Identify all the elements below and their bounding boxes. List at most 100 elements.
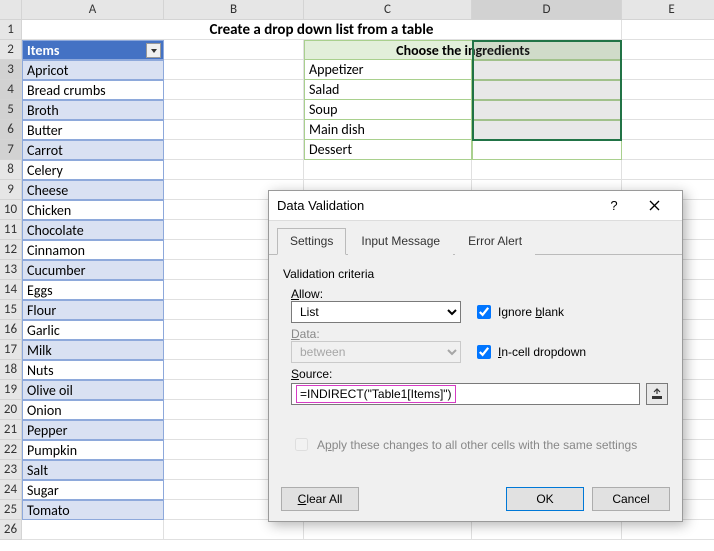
cell-D8[interactable] — [472, 160, 622, 180]
cell-A17[interactable]: Milk — [22, 340, 164, 360]
cell-D5[interactable] — [472, 100, 622, 120]
ok-button[interactable]: OK — [506, 487, 584, 511]
cell-A26[interactable] — [22, 520, 164, 540]
cell-E8[interactable] — [622, 160, 714, 180]
cell-D6[interactable] — [472, 120, 622, 140]
cell-E6[interactable] — [622, 120, 714, 140]
cell-A22[interactable]: Pumpkin — [22, 440, 164, 460]
cell-A18[interactable]: Nuts — [22, 360, 164, 380]
cell-C8[interactable] — [304, 160, 472, 180]
cell-A14[interactable]: Eggs — [22, 280, 164, 300]
row-header-26[interactable]: 26 — [0, 520, 22, 540]
clear-all-button[interactable]: Clear All — [281, 487, 359, 511]
cell-B6[interactable] — [164, 120, 304, 140]
cell-B2[interactable] — [164, 40, 304, 60]
row-header-14[interactable]: 14 — [0, 280, 22, 300]
row-header-10[interactable]: 10 — [0, 200, 22, 220]
cell-B4[interactable] — [164, 80, 304, 100]
cell-A19[interactable]: Olive oil — [22, 380, 164, 400]
row-header-23[interactable]: 23 — [0, 460, 22, 480]
cell-A9[interactable]: Cheese — [22, 180, 164, 200]
cell-A1[interactable]: Create a drop down list from a table — [22, 20, 622, 40]
cell-D4[interactable] — [472, 80, 622, 100]
row-header-19[interactable]: 19 — [0, 380, 22, 400]
cell-B3[interactable] — [164, 60, 304, 80]
row-header-2[interactable]: 2 — [0, 40, 22, 60]
tab-error-alert[interactable]: Error Alert — [455, 228, 535, 255]
allow-select[interactable]: List — [291, 301, 461, 323]
row-header-15[interactable]: 15 — [0, 300, 22, 320]
row-header-13[interactable]: 13 — [0, 260, 22, 280]
cell-B8[interactable] — [164, 160, 304, 180]
col-header-C[interactable]: C — [304, 0, 472, 20]
cell-C26[interactable] — [304, 520, 472, 540]
cell-E26[interactable] — [622, 520, 714, 540]
row-header-16[interactable]: 16 — [0, 320, 22, 340]
close-icon[interactable] — [634, 192, 674, 220]
ignore-blank-input[interactable] — [477, 305, 491, 319]
col-header-B[interactable]: B — [164, 0, 304, 20]
cell-A3[interactable]: Apricot — [22, 60, 164, 80]
cell-B7[interactable] — [164, 140, 304, 160]
cell-A6[interactable]: Butter — [22, 120, 164, 140]
cancel-button[interactable]: Cancel — [592, 487, 670, 511]
row-header-1[interactable]: 1 — [0, 20, 22, 40]
row-header-25[interactable]: 25 — [0, 500, 22, 520]
tab-settings[interactable]: Settings — [277, 228, 346, 255]
help-button[interactable]: ? — [594, 192, 634, 220]
cell-A2[interactable]: Items — [22, 40, 164, 60]
cell-C3[interactable]: Appetizer — [304, 60, 472, 80]
cell-C5[interactable]: Soup — [304, 100, 472, 120]
incell-dropdown-checkbox[interactable]: In-cell dropdown — [473, 342, 586, 362]
cell-A24[interactable]: Sugar — [22, 480, 164, 500]
cell-A25[interactable]: Tomato — [22, 500, 164, 520]
cell-A5[interactable]: Broth — [22, 100, 164, 120]
cell-C6[interactable]: Main dish — [304, 120, 472, 140]
cell-A15[interactable]: Flour — [22, 300, 164, 320]
row-header-8[interactable]: 8 — [0, 160, 22, 180]
cell-A13[interactable]: Cucumber — [22, 260, 164, 280]
cell-E2[interactable] — [622, 40, 714, 60]
row-header-17[interactable]: 17 — [0, 340, 22, 360]
cell-A21[interactable]: Pepper — [22, 420, 164, 440]
cell-B5[interactable] — [164, 100, 304, 120]
tab-input-message[interactable]: Input Message — [348, 228, 453, 255]
cell-E4[interactable] — [622, 80, 714, 100]
col-header-E[interactable]: E — [622, 0, 714, 20]
row-header-4[interactable]: 4 — [0, 80, 22, 100]
cell-E7[interactable] — [622, 140, 714, 160]
row-header-5[interactable]: 5 — [0, 100, 22, 120]
row-header-22[interactable]: 22 — [0, 440, 22, 460]
cell-A12[interactable]: Cinnamon — [22, 240, 164, 260]
cell-D7[interactable] — [472, 140, 622, 160]
cell-D3[interactable] — [472, 60, 622, 80]
cell-A4[interactable]: Bread crumbs — [22, 80, 164, 100]
row-header-21[interactable]: 21 — [0, 420, 22, 440]
cell-E1[interactable] — [622, 20, 714, 40]
row-header-11[interactable]: 11 — [0, 220, 22, 240]
row-header-24[interactable]: 24 — [0, 480, 22, 500]
cell-C4[interactable]: Salad — [304, 80, 472, 100]
row-header-7[interactable]: 7 — [0, 140, 22, 160]
cell-A8[interactable]: Celery — [22, 160, 164, 180]
incell-dropdown-input[interactable] — [477, 345, 491, 359]
cell-A20[interactable]: Onion — [22, 400, 164, 420]
cell-C7[interactable]: Dessert — [304, 140, 472, 160]
cell-A7[interactable]: Carrot — [22, 140, 164, 160]
cell-A23[interactable]: Salt — [22, 460, 164, 480]
cell-C2[interactable]: Choose the ingredients — [304, 40, 622, 60]
cell-A16[interactable]: Garlic — [22, 320, 164, 340]
ignore-blank-checkbox[interactable]: Ignore blank — [473, 302, 564, 322]
cell-E3[interactable] — [622, 60, 714, 80]
corner-cell[interactable] — [0, 0, 22, 20]
row-header-12[interactable]: 12 — [0, 240, 22, 260]
row-header-9[interactable]: 9 — [0, 180, 22, 200]
col-header-D[interactable]: D — [472, 0, 622, 20]
row-header-18[interactable]: 18 — [0, 360, 22, 380]
cell-B26[interactable] — [164, 520, 304, 540]
cell-E5[interactable] — [622, 100, 714, 120]
cell-D26[interactable] — [472, 520, 622, 540]
source-input[interactable]: =INDIRECT("Table1[Items]") — [291, 383, 640, 405]
cell-A11[interactable]: Chocolate — [22, 220, 164, 240]
row-header-3[interactable]: 3 — [0, 60, 22, 80]
